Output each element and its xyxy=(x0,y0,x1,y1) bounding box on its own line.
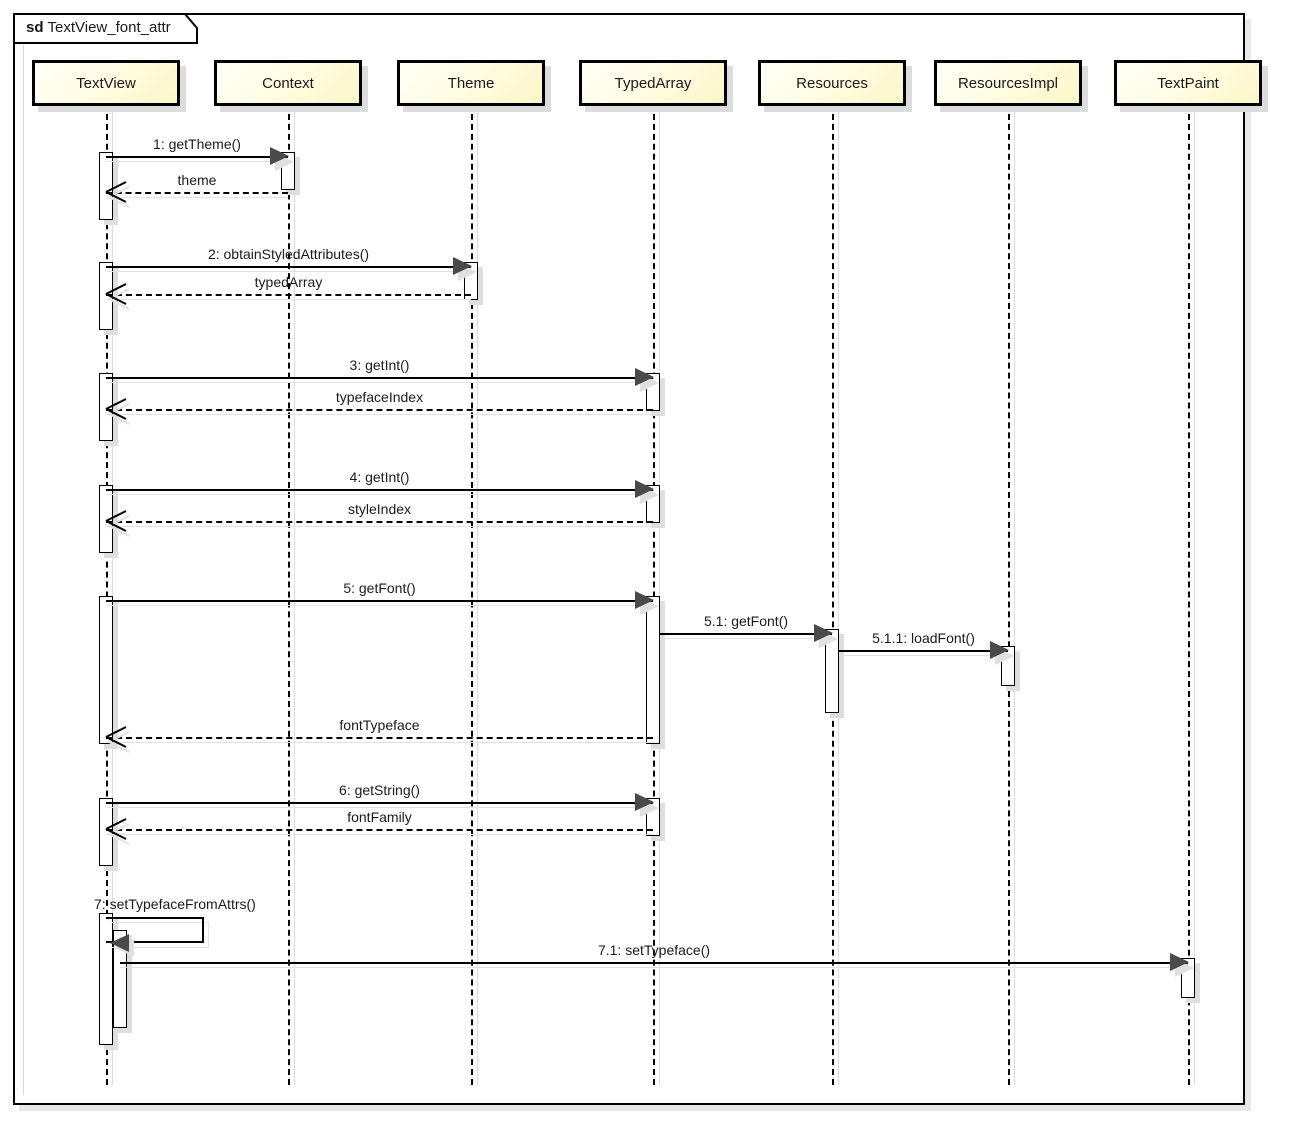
message-label: 7.1: setTypeface() xyxy=(597,942,711,958)
arrowhead-filled-icon xyxy=(270,147,289,165)
message-line-shadow xyxy=(106,834,653,835)
message-label: 4: getInt() xyxy=(349,469,410,485)
message-line xyxy=(106,802,653,804)
message-line xyxy=(106,829,653,831)
arrowhead-filled-icon xyxy=(1170,953,1189,971)
activation-bar-typedarray[interactable] xyxy=(646,596,660,744)
message-line xyxy=(106,156,288,158)
participant-typedarray[interactable]: TypedArray xyxy=(579,60,727,106)
message-line-shadow xyxy=(106,526,653,527)
participant-label: ResourcesImpl xyxy=(957,74,1059,92)
lifeline-shadow-resourcesimpl xyxy=(1014,104,1015,1085)
message-line-shadow xyxy=(839,655,1008,656)
message-line xyxy=(106,192,288,194)
lifeline-textpaint xyxy=(1188,104,1190,1085)
arrowhead-open-icon xyxy=(104,283,130,310)
message-label: 5.1: getFont() xyxy=(703,613,789,629)
message-line xyxy=(106,266,471,268)
message-line-shadow xyxy=(106,271,471,272)
message-label: 6: getString() xyxy=(339,782,420,798)
self-message-label: 7: setTypefaceFromAttrs() xyxy=(94,896,256,912)
message-label: 3: getInt() xyxy=(349,357,410,373)
participant-label: Context xyxy=(262,74,314,92)
lifeline-shadow-theme xyxy=(477,104,478,1085)
frame-title-tab: sd TextView_font_attr xyxy=(13,13,199,44)
lifeline-theme xyxy=(471,104,473,1085)
arrowhead-open-icon xyxy=(104,510,130,537)
message-line-shadow xyxy=(106,382,653,383)
message-line xyxy=(106,409,653,411)
message-line xyxy=(106,294,471,296)
arrowhead-filled-icon xyxy=(453,257,472,275)
arrowhead-open-icon xyxy=(104,398,130,425)
participant-theme[interactable]: Theme xyxy=(397,60,545,106)
message-label: styleIndex xyxy=(347,501,412,517)
arrowhead-filled-icon xyxy=(635,368,654,386)
frame-title-text: sd TextView_font_attr xyxy=(26,19,171,36)
message-line-shadow xyxy=(120,967,1188,968)
message-line xyxy=(106,521,653,523)
message-label: fontFamily xyxy=(347,809,412,825)
participant-label: TypedArray xyxy=(614,74,692,92)
message-line xyxy=(106,600,653,602)
lifeline-shadow-textpaint xyxy=(1194,104,1195,1085)
message-line xyxy=(106,737,653,739)
participant-resources[interactable]: Resources xyxy=(758,60,906,106)
lifeline-shadow-resources xyxy=(838,104,839,1085)
message-label: typedArray xyxy=(254,274,323,290)
message-label: 1: getTheme() xyxy=(153,136,241,152)
message-line-shadow xyxy=(660,638,832,639)
self-arrowhead-icon xyxy=(110,934,129,952)
lifeline-resourcesimpl xyxy=(1008,104,1010,1085)
lifeline-resources xyxy=(832,104,834,1085)
message-label: 5.1.1: loadFont() xyxy=(872,630,975,646)
activation-bar-textview[interactable] xyxy=(99,596,113,744)
self-message-7-settypefacefromattrs[interactable]: 7: setTypefaceFromAttrs() xyxy=(94,896,256,973)
frame-name: TextView_font_attr xyxy=(47,19,171,36)
participant-label: Resources xyxy=(796,74,868,92)
arrowhead-filled-icon xyxy=(990,641,1009,659)
arrowhead-filled-icon xyxy=(814,624,833,642)
participant-label: Theme xyxy=(447,74,495,92)
message-line-shadow xyxy=(106,299,471,300)
participant-label: TextView xyxy=(76,74,136,92)
message-line-shadow xyxy=(106,807,653,808)
message-label: 2: obtainStyledAttributes() xyxy=(207,246,370,262)
arrowhead-filled-icon xyxy=(635,591,654,609)
message-line-shadow xyxy=(106,414,653,415)
lifeline-shadow-typedarray xyxy=(659,104,660,1085)
message-line xyxy=(106,489,653,491)
arrowhead-open-icon xyxy=(104,726,130,753)
sequence-diagram-canvas: sd TextView_font_attr TextView Context Them… xyxy=(0,0,1294,1121)
arrowhead-filled-icon xyxy=(635,793,654,811)
arrowhead-open-icon xyxy=(104,818,130,845)
frame-keyword: sd xyxy=(26,19,44,36)
message-line xyxy=(839,650,1008,652)
message-line-shadow xyxy=(106,197,288,198)
message-line-shadow xyxy=(106,742,653,743)
participant-textview[interactable]: TextView xyxy=(32,60,180,106)
participant-context[interactable]: Context xyxy=(214,60,362,106)
participant-label: TextPaint xyxy=(1157,74,1219,92)
arrowhead-open-icon xyxy=(104,181,130,208)
message-line-shadow xyxy=(106,161,288,162)
message-line xyxy=(106,377,653,379)
message-label: fontTypeface xyxy=(339,717,420,733)
message-line-shadow xyxy=(106,605,653,606)
message-line-shadow xyxy=(106,494,653,495)
participant-resourcesimpl[interactable]: ResourcesImpl xyxy=(934,60,1082,106)
message-line xyxy=(660,633,832,635)
message-label: 5: getFont() xyxy=(343,580,416,596)
participant-textpaint[interactable]: TextPaint xyxy=(1114,60,1262,106)
message-line xyxy=(120,962,1188,964)
message-label: typefaceIndex xyxy=(335,389,424,405)
arrowhead-filled-icon xyxy=(635,480,654,498)
message-label: theme xyxy=(177,172,217,188)
